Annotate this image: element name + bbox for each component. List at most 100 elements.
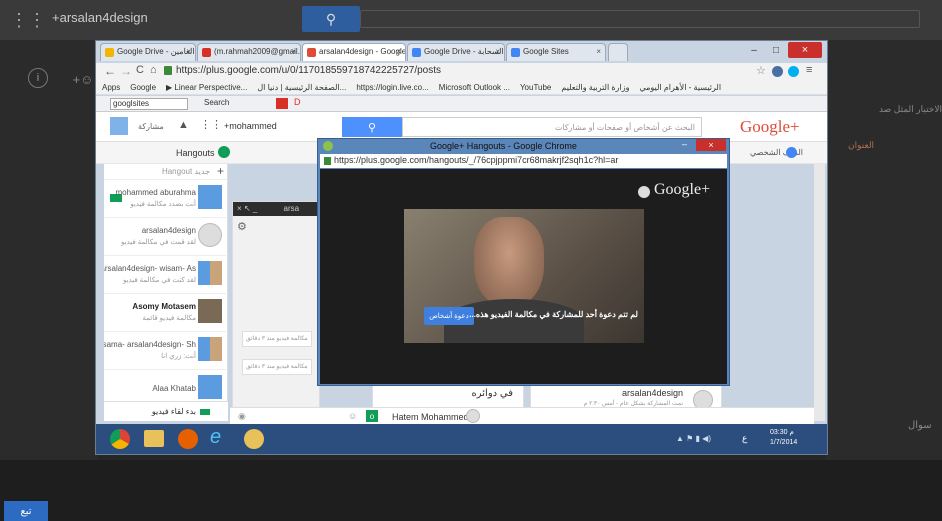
avatar bbox=[198, 299, 222, 323]
chat-panel: × ↖ _ arsa ⚙ bbox=[232, 201, 321, 421]
camera-icon[interactable]: ◉ bbox=[238, 411, 246, 422]
contact-mohammed-aburahma[interactable]: mohammed aburahma أنت بصدد مكالمة فيديو bbox=[104, 180, 226, 218]
add-person-icon[interactable]: +☺ bbox=[72, 70, 94, 88]
bookmark-google[interactable]: Google bbox=[130, 83, 156, 92]
new-tab-button[interactable] bbox=[608, 43, 628, 61]
minimize-icon[interactable]: – bbox=[744, 43, 764, 57]
new-hangout-row[interactable]: Hangout جديد + bbox=[104, 164, 227, 180]
tray-language[interactable]: ع bbox=[742, 433, 747, 444]
address-bar-row: ← → C ⌂ https://plus.google.com/u/0/1170… bbox=[96, 63, 827, 81]
circles-label: في دوائره bbox=[471, 388, 514, 399]
bookmark-outlook[interactable]: Microsoft Outlook ... bbox=[439, 83, 510, 92]
back-icon[interactable]: ← bbox=[104, 64, 116, 78]
settings-gear-icon[interactable]: ⚙ bbox=[237, 220, 247, 233]
gplus-logo[interactable]: Google+ bbox=[740, 117, 800, 137]
clock-date: 1/7/2014 bbox=[770, 439, 798, 446]
outer-right-strip bbox=[825, 40, 942, 460]
emoji-icon[interactable]: ☺ bbox=[348, 411, 357, 421]
close-icon[interactable]: × bbox=[186, 47, 191, 56]
post-author[interactable]: arsalan4design bbox=[622, 388, 683, 398]
gplus-hangouts-logo-icon bbox=[638, 186, 650, 198]
gplus-scrollbar[interactable] bbox=[814, 164, 825, 421]
folder-icon[interactable] bbox=[144, 430, 164, 447]
post-meta: تمت المشاركة بشكل عام - أمس ٢:٣٠ م bbox=[583, 401, 683, 407]
bookmarks-bar: Apps Google ▶ Linear Perspective... الصف… bbox=[96, 81, 827, 95]
minimize-icon[interactable]: – bbox=[682, 139, 687, 149]
hangouts-icon bbox=[218, 146, 230, 158]
outer-search-input[interactable]: +arsalan4design bbox=[52, 10, 302, 28]
bookmark-education[interactable]: وزارة التربية والتعليم bbox=[561, 83, 629, 92]
gplus-search-input[interactable]: البحث عن أشخاص أو صفحات أو مشاركات bbox=[402, 117, 702, 137]
d-icon[interactable]: D bbox=[294, 97, 301, 107]
bookmark-apps[interactable]: Apps bbox=[102, 83, 120, 92]
gplus-search-button[interactable]: ⚲ bbox=[342, 117, 402, 137]
share-button[interactable]: مشاركة bbox=[138, 122, 164, 131]
close-icon[interactable]: × bbox=[291, 47, 296, 56]
avatar bbox=[198, 185, 222, 209]
tab-google-sites[interactable]: Google Sites × bbox=[506, 43, 606, 61]
contact-group-osama[interactable]: osama- arsalan4design- Sh أنت: زري انا bbox=[104, 332, 226, 370]
tab-strip: Google Drive - سؤال العامين× (m.rahmah20… bbox=[96, 41, 827, 63]
media-icon[interactable] bbox=[244, 429, 264, 449]
maximize-icon[interactable]: □ bbox=[766, 43, 786, 57]
bookmark-ahram[interactable]: الرئيسية - الأهرام اليومي bbox=[639, 83, 721, 92]
comment-bar: ◉ ☺ o Hatem Mohammed bbox=[230, 407, 814, 425]
outer-search-button[interactable]: ⚲ bbox=[302, 6, 360, 32]
apps-icon[interactable]: ⋮⋮ bbox=[200, 118, 222, 131]
ie-icon[interactable]: e bbox=[210, 426, 221, 449]
hangouts-label: Hangouts bbox=[176, 148, 215, 158]
mail-icon[interactable] bbox=[276, 98, 288, 109]
close-icon[interactable]: × bbox=[396, 47, 401, 56]
tab-arsalan4design[interactable]: arsalan4design - Google+ × bbox=[302, 43, 406, 61]
hangouts-icon[interactable]: o bbox=[366, 410, 378, 422]
star-icon[interactable]: ☆ bbox=[756, 64, 766, 77]
bookmark-live[interactable]: https://login.live.co... bbox=[356, 83, 428, 92]
outer-right-badge: العنوان bbox=[848, 140, 875, 150]
outer-bottom-bar bbox=[0, 460, 942, 521]
avatar bbox=[198, 375, 222, 399]
hangouts-panel: Hangout جديد + mohammed aburahma أنت بصدد… bbox=[104, 164, 228, 421]
tab-google-drive-2[interactable]: Google Drive - ملفات السحابة× bbox=[407, 43, 505, 61]
hangout-url[interactable]: https://plus.google.com/hangouts/_/76cpj… bbox=[334, 155, 618, 165]
toolbar-search-input[interactable]: googlsites bbox=[110, 98, 188, 110]
contact-group-wisam[interactable]: arsalan4design- wisam- As لقد كنت في مكال… bbox=[104, 256, 226, 294]
plus-icon[interactable]: + bbox=[217, 164, 224, 178]
avatar[interactable] bbox=[110, 117, 128, 135]
hangout-titlebar: Google+ Hangouts - Google Chrome – × bbox=[318, 139, 729, 153]
avatar bbox=[198, 261, 222, 285]
bottom-follow-button[interactable]: تبع bbox=[4, 501, 48, 521]
tab-google-drive[interactable]: Google Drive - سؤال العامين× bbox=[100, 43, 196, 61]
address-input[interactable]: https://plus.google.com/u/0/117018559718… bbox=[176, 65, 441, 76]
forward-icon[interactable]: → bbox=[120, 64, 132, 78]
extension-icon[interactable] bbox=[772, 66, 783, 77]
invite-people-button[interactable]: دعوة أشخاص bbox=[424, 307, 474, 325]
info-icon[interactable]: i bbox=[28, 68, 48, 88]
apps-grid-icon[interactable]: ⋮⋮ bbox=[10, 10, 46, 30]
menu-icon[interactable]: ≡ bbox=[806, 64, 812, 76]
start-video-row[interactable]: بدء لقاء فيديو bbox=[104, 401, 228, 421]
bookmark-linear[interactable]: ▶ Linear Perspective... bbox=[166, 83, 247, 92]
tab-gmail[interactable]: (m.rahmah2009@gmail.c × bbox=[197, 43, 301, 61]
window-close-icon[interactable]: × bbox=[696, 139, 726, 151]
hangout-address-bar: https://plus.google.com/hangouts/_/76cpj… bbox=[320, 154, 727, 168]
no-invite-message: لم تتم دعوة أحد للمشاركة في مكالمة الفيد… bbox=[469, 310, 638, 319]
reload-icon[interactable]: C bbox=[136, 64, 144, 76]
circle-member-name[interactable]: Hatem Mohammed bbox=[392, 412, 469, 422]
contact-asomy-motasem[interactable]: Asomy Motasem مكالمة فيديو قائمة bbox=[104, 294, 226, 332]
close-icon[interactable]: × bbox=[495, 47, 500, 56]
home-icon[interactable]: ⌂ bbox=[150, 64, 157, 76]
outer-left-strip bbox=[0, 40, 97, 460]
skype-icon[interactable] bbox=[788, 66, 799, 77]
bookmark-dunya[interactable]: الصفحة الرئيسية | دنيا ال... bbox=[257, 83, 346, 92]
user-link[interactable]: +mohammed bbox=[224, 121, 277, 131]
bell-icon[interactable]: ▲ bbox=[178, 119, 189, 131]
contact-arsalan4design[interactable]: arsalan4design لقد قمت في مكالمة فيديو bbox=[104, 218, 226, 256]
window-close-icon[interactable]: × bbox=[788, 42, 822, 58]
bookmark-youtube[interactable]: YouTube bbox=[520, 83, 551, 92]
taskbar: e ▲ ⚑ ▮ ◀) ع 03:30 م 1/7/2014 bbox=[96, 424, 827, 454]
close-icon[interactable]: × bbox=[596, 47, 601, 56]
firefox-icon[interactable] bbox=[178, 429, 198, 449]
lock-icon bbox=[164, 66, 172, 75]
chrome-icon[interactable] bbox=[110, 429, 130, 449]
toolbar-search-button[interactable]: Search bbox=[204, 98, 229, 107]
